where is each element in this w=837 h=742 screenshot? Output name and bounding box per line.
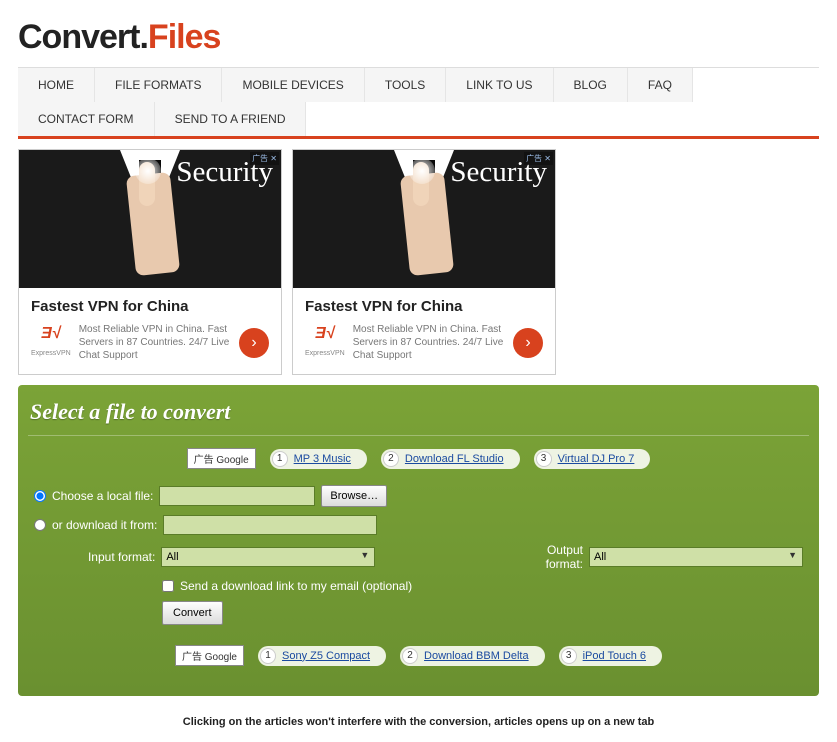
ad-pills-top: 广告 Google 1MP 3 Music 2Download FL Studi…	[28, 436, 809, 485]
source-url-radio[interactable]	[34, 519, 46, 531]
ad-description: Most Reliable VPN in China. Fast Servers…	[79, 323, 231, 362]
email-link-label: Send a download link to my email (option…	[180, 579, 412, 593]
ad-pill[interactable]: 3iPod Touch 6	[559, 646, 662, 666]
ad-pill[interactable]: 1MP 3 Music	[270, 449, 367, 469]
email-link-checkbox[interactable]	[162, 580, 174, 592]
ad-card[interactable]: Security 广告 ✕ Fastest VPN for China Ǝ√ E…	[292, 149, 556, 375]
ad-card[interactable]: Security 广告 ✕ Fastest VPN for China Ǝ√ E…	[18, 149, 282, 375]
ad-pills-bottom: 广告 Google 1Sony Z5 Compact 2Download BBM…	[28, 633, 809, 682]
ad-pill[interactable]: 3Virtual DJ Pro 7	[534, 449, 651, 469]
nav-mobile-devices[interactable]: MOBILE DEVICES	[222, 68, 364, 102]
input-format-label: Input format:	[34, 550, 155, 564]
output-format-label: Output format:	[507, 543, 583, 571]
ad-image: Security 广告 ✕	[19, 150, 281, 288]
output-format-select[interactable]: All	[589, 547, 803, 567]
download-url-label: or download it from:	[52, 518, 157, 532]
ad-image: Security 广告 ✕	[293, 150, 555, 288]
panel-title: Select a file to convert	[28, 395, 809, 436]
ad-arrow-icon[interactable]: ›	[239, 328, 269, 358]
nav-file-formats[interactable]: FILE FORMATS	[95, 68, 222, 102]
download-url-input[interactable]	[163, 515, 377, 535]
local-file-input[interactable]	[159, 486, 315, 506]
ads-row: Security 广告 ✕ Fastest VPN for China Ǝ√ E…	[18, 139, 819, 385]
expressvpn-icon: Ǝ√ ExpressVPN	[305, 326, 345, 360]
browse-button[interactable]: Browse…	[321, 485, 387, 507]
nav-link-to-us[interactable]: LINK TO US	[446, 68, 553, 102]
ad-arrow-icon[interactable]: ›	[513, 328, 543, 358]
input-format-select[interactable]: All	[161, 547, 375, 567]
ad-badge[interactable]: 广告 ✕	[524, 152, 553, 165]
logo-part2: Files	[148, 18, 220, 56]
google-ads-label: 广告 Google	[175, 645, 244, 666]
main-nav: HOME FILE FORMATS MOBILE DEVICES TOOLS L…	[18, 67, 819, 139]
nav-home[interactable]: HOME	[18, 68, 95, 102]
footnote: Clicking on the articles won't interfere…	[18, 710, 819, 742]
ad-badge[interactable]: 广告 ✕	[250, 152, 279, 165]
nav-faq[interactable]: FAQ	[628, 68, 693, 102]
google-ads-label: 广告 Google	[187, 448, 256, 469]
logo: Convert.Files	[18, 0, 819, 67]
nav-send-to-friend[interactable]: SEND TO A FRIEND	[155, 102, 307, 136]
source-local-radio[interactable]	[34, 490, 46, 502]
ad-title: Fastest VPN for China	[31, 298, 269, 315]
convert-panel: Select a file to convert 广告 Google 1MP 3…	[18, 385, 819, 696]
expressvpn-icon: Ǝ√ ExpressVPN	[31, 326, 71, 360]
ad-pill[interactable]: 2Download FL Studio	[381, 449, 520, 469]
nav-blog[interactable]: BLOG	[554, 68, 628, 102]
logo-part1: Convert.	[18, 18, 148, 56]
ad-pill[interactable]: 1Sony Z5 Compact	[258, 646, 386, 666]
ad-title: Fastest VPN for China	[305, 298, 543, 315]
choose-file-label: Choose a local file:	[52, 489, 153, 503]
nav-tools[interactable]: TOOLS	[365, 68, 446, 102]
ad-description: Most Reliable VPN in China. Fast Servers…	[353, 323, 505, 362]
convert-button[interactable]: Convert	[162, 601, 223, 625]
ad-pill[interactable]: 2Download BBM Delta	[400, 646, 545, 666]
nav-contact-form[interactable]: CONTACT FORM	[18, 102, 155, 136]
